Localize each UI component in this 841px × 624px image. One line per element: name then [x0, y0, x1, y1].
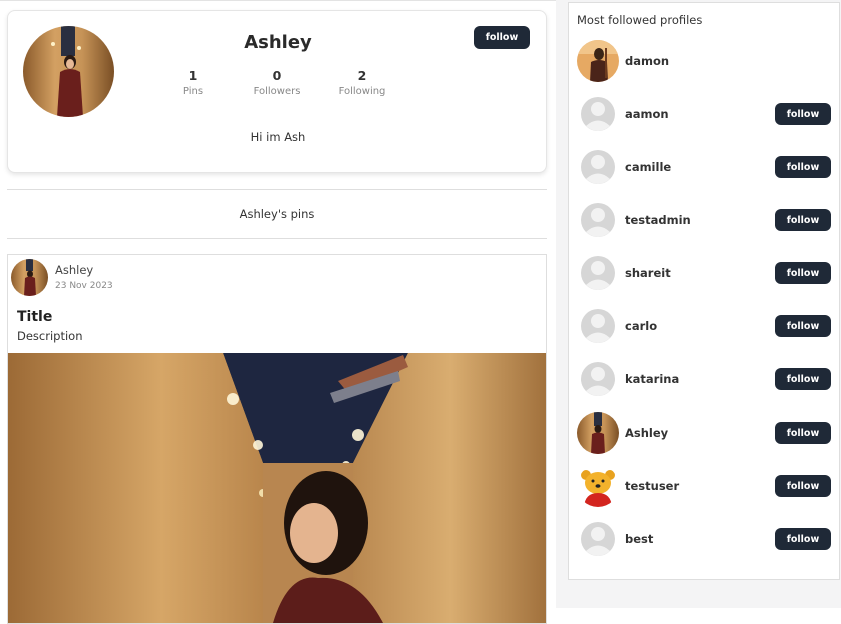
- profile-name[interactable]: Ashley: [625, 426, 668, 440]
- follow-button[interactable]: follow: [775, 368, 831, 390]
- profile-name[interactable]: testuser: [625, 479, 679, 493]
- follow-button[interactable]: follow: [775, 528, 831, 550]
- profile-row-carlo[interactable]: carlo follow: [569, 305, 841, 349]
- profile-row-shareit[interactable]: shareit follow: [569, 252, 841, 296]
- profile-name[interactable]: camille: [625, 160, 671, 174]
- profile-name[interactable]: katarina: [625, 372, 679, 386]
- pin-description: Description: [17, 329, 83, 343]
- profile-name[interactable]: carlo: [625, 319, 657, 333]
- pin-title: Title: [17, 309, 53, 325]
- profile-card: Ashley follow 1 Pins 0 Followers 2 Follo…: [7, 10, 547, 173]
- stat-pins-label: Pins: [182, 86, 204, 97]
- follow-button[interactable]: follow: [775, 262, 831, 284]
- profile-row-aamon[interactable]: aamon follow: [569, 93, 841, 137]
- pin-card[interactable]: Ashley 23 Nov 2023 Title Description: [7, 254, 547, 624]
- profile-photo-icon: [23, 26, 114, 117]
- sidebar-title: Most followed profiles: [577, 13, 703, 27]
- stat-pins[interactable]: 1 Pins: [153, 68, 233, 97]
- avatar[interactable]: [577, 40, 619, 82]
- stat-followers[interactable]: 0 Followers: [237, 68, 317, 97]
- profile-name: Ashley: [244, 32, 312, 53]
- most-followed-sidebar: Most followed profiles damon aamon follo…: [568, 2, 840, 580]
- profile-name[interactable]: best: [625, 532, 653, 546]
- default-user-icon: [581, 309, 615, 343]
- photo-icon: [577, 40, 619, 82]
- avatar[interactable]: [577, 412, 619, 454]
- default-user-icon: [581, 150, 615, 184]
- default-user-icon: [581, 256, 615, 290]
- stat-following[interactable]: 2 Following: [322, 68, 402, 97]
- stat-followers-label: Followers: [253, 86, 301, 97]
- follow-button[interactable]: follow: [775, 209, 831, 231]
- profile-row-ashley[interactable]: Ashley follow: [569, 412, 841, 456]
- avatar[interactable]: [577, 199, 619, 241]
- pin-image[interactable]: [8, 353, 546, 623]
- profile-name[interactable]: testadmin: [625, 213, 691, 227]
- profile-name[interactable]: shareit: [625, 266, 671, 280]
- profile-row-damon[interactable]: damon: [569, 40, 841, 84]
- profile-row-camille[interactable]: camille follow: [569, 146, 841, 190]
- pin-date: 23 Nov 2023: [55, 281, 113, 291]
- profile-row-testadmin[interactable]: testadmin follow: [569, 199, 841, 243]
- stat-following-value: 2: [357, 68, 367, 83]
- default-user-icon: [581, 97, 615, 131]
- follow-button[interactable]: follow: [775, 156, 831, 178]
- avatar[interactable]: [577, 465, 619, 507]
- default-user-icon: [581, 203, 615, 237]
- stat-following-label: Following: [338, 86, 386, 97]
- follow-button[interactable]: follow: [775, 103, 831, 125]
- avatar[interactable]: [577, 358, 619, 400]
- follow-button[interactable]: follow: [775, 315, 831, 337]
- stat-followers-value: 0: [272, 68, 282, 83]
- pin-author-avatar[interactable]: [11, 259, 48, 296]
- follow-button[interactable]: follow: [775, 475, 831, 497]
- follow-button[interactable]: follow: [775, 422, 831, 444]
- author-photo-icon: [11, 259, 48, 296]
- profile-bio: Hi im Ash: [250, 130, 306, 144]
- default-user-icon: [581, 362, 615, 396]
- profile-row-katarina[interactable]: katarina follow: [569, 358, 841, 402]
- avatar[interactable]: [577, 518, 619, 560]
- default-user-icon: [581, 522, 615, 556]
- profile-avatar: [23, 26, 114, 117]
- stat-pins-value: 1: [188, 68, 198, 83]
- avatar[interactable]: [577, 305, 619, 347]
- pins-section-title: Ashley's pins: [239, 207, 315, 221]
- photo-icon: [577, 412, 619, 454]
- cartoon-bear-icon: [577, 465, 619, 507]
- avatar[interactable]: [577, 252, 619, 294]
- profile-name[interactable]: aamon: [625, 107, 669, 121]
- profile-follow-button[interactable]: follow: [474, 26, 530, 49]
- pin-photo-icon: [8, 353, 546, 623]
- pins-section-header: Ashley's pins: [7, 189, 547, 239]
- profile-name[interactable]: damon: [625, 54, 669, 68]
- profile-row-best[interactable]: best follow: [569, 518, 841, 562]
- avatar[interactable]: [577, 146, 619, 188]
- pin-author-name[interactable]: Ashley: [55, 263, 93, 277]
- profile-row-testuser[interactable]: testuser follow: [569, 465, 841, 509]
- avatar[interactable]: [577, 93, 619, 135]
